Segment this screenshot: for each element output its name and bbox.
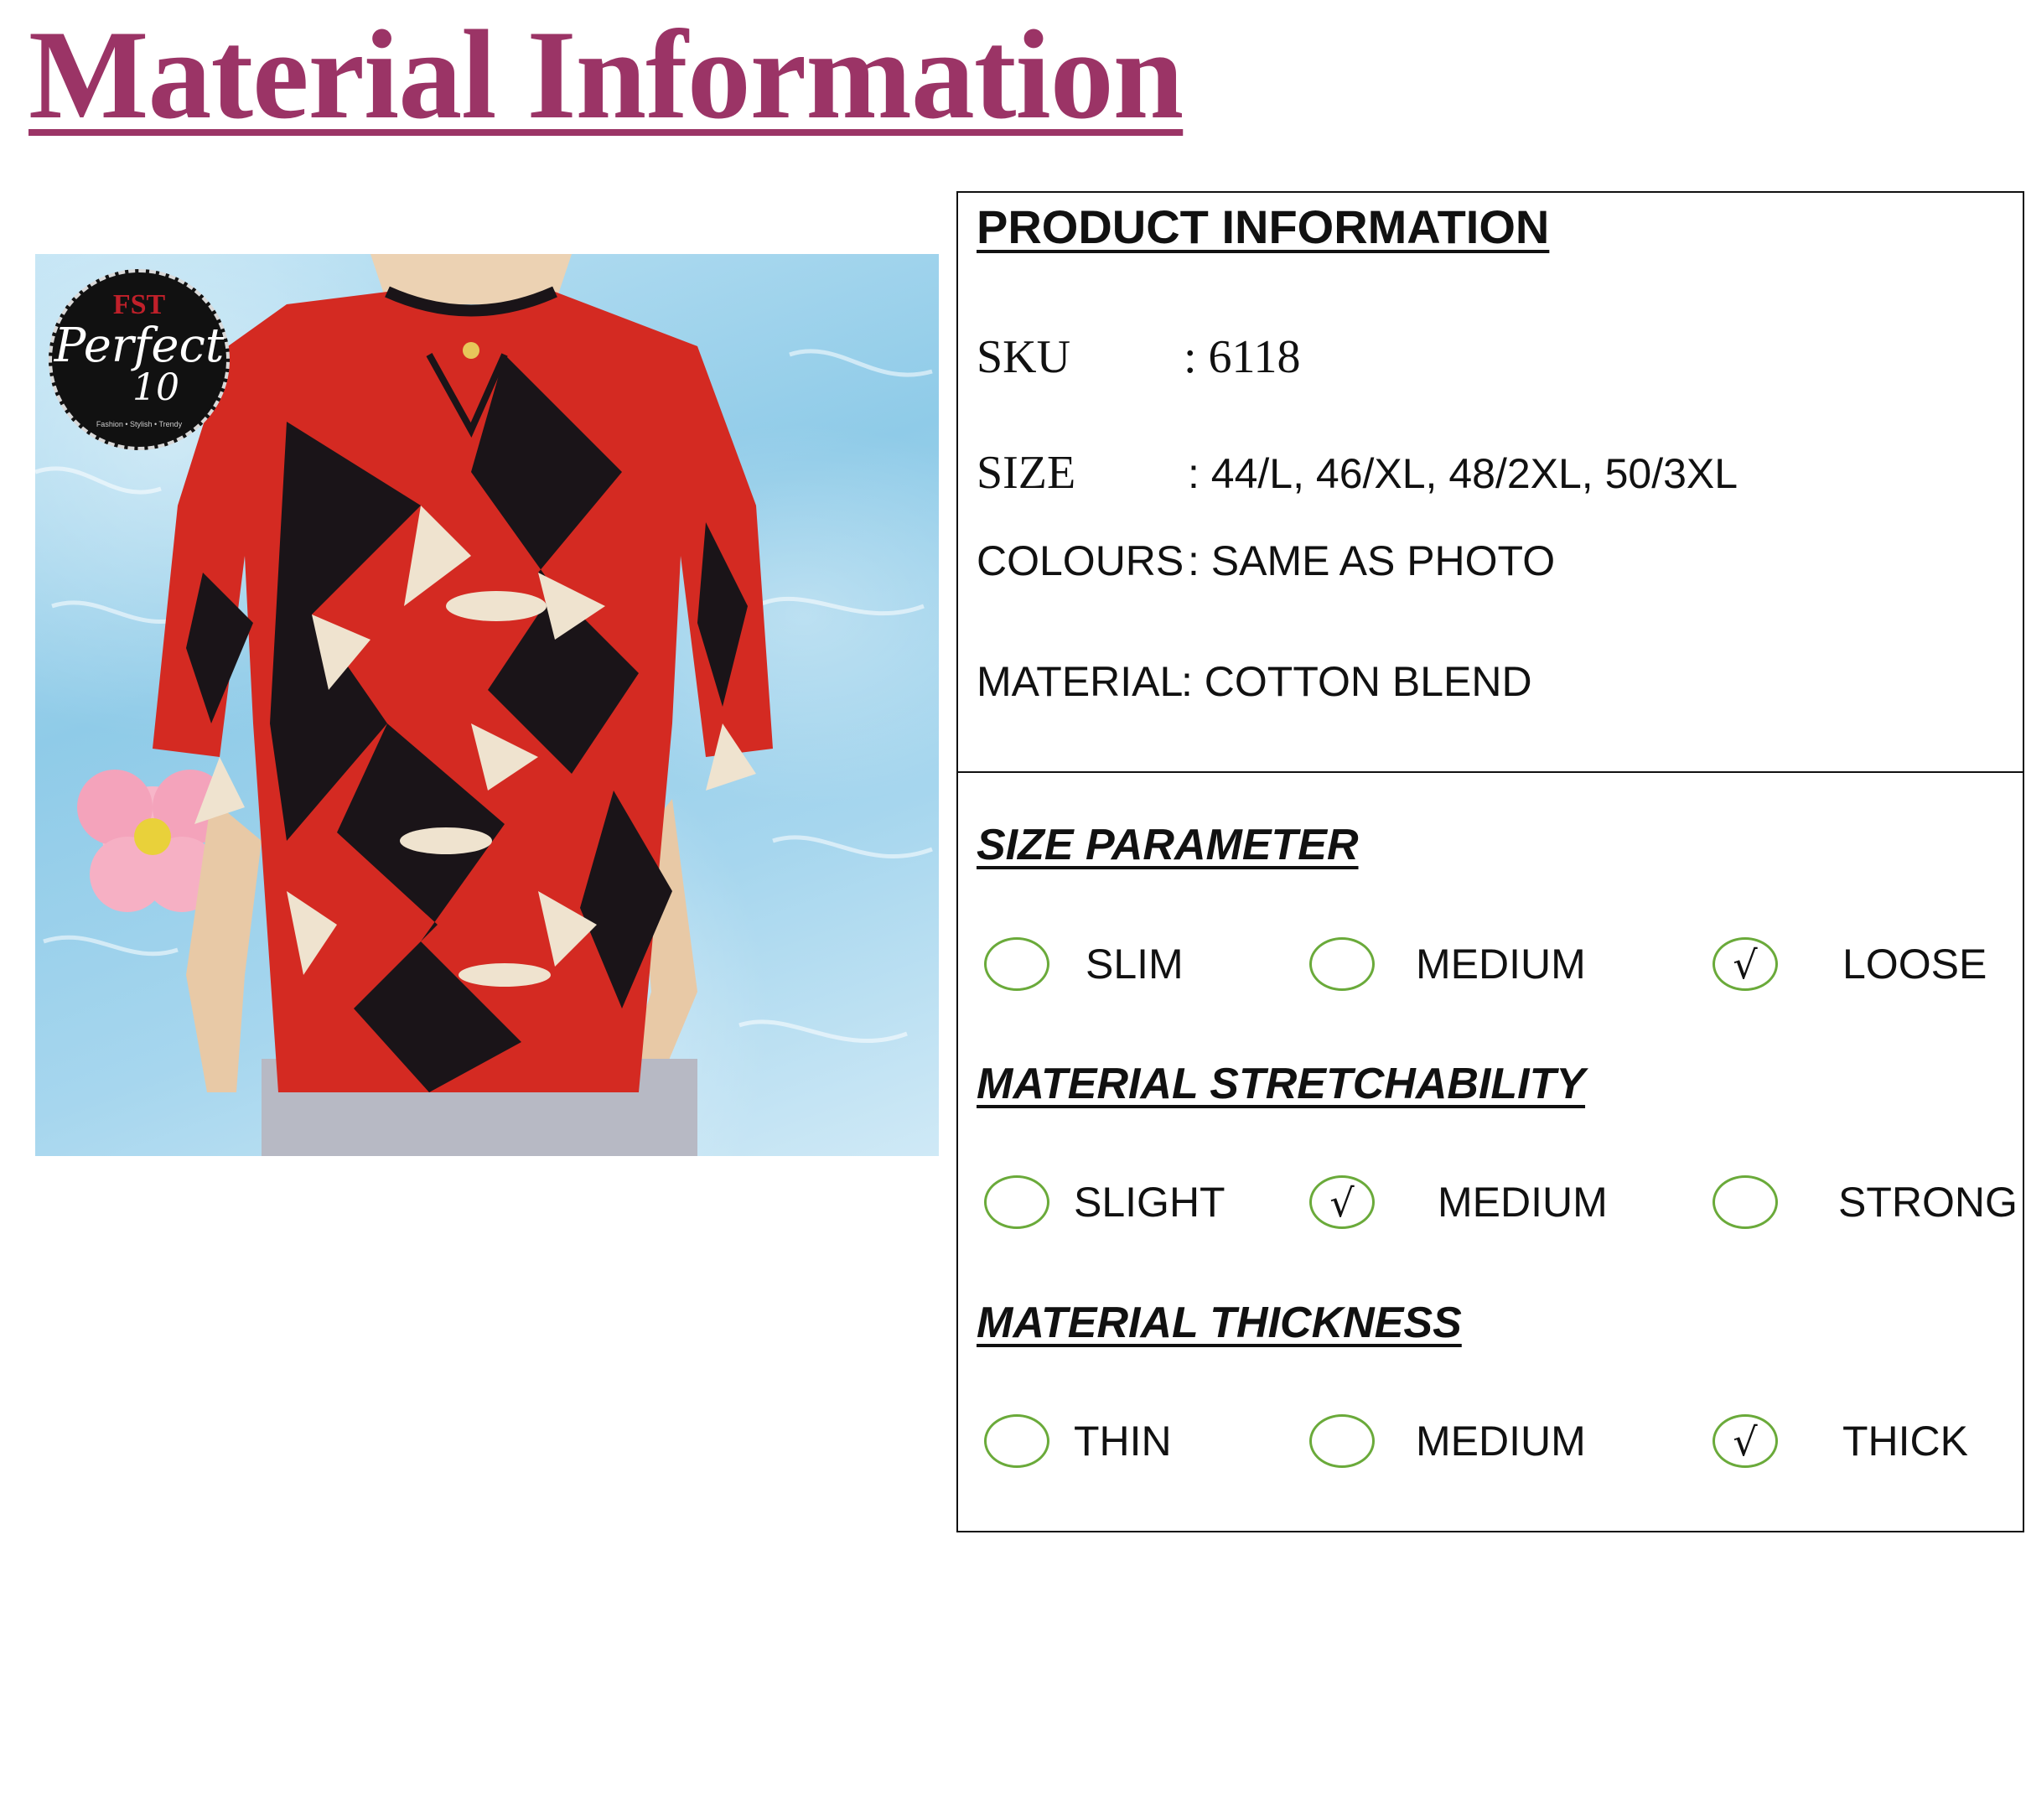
size-option-loose-label: LOOSE [1842,941,1987,988]
thickness-heading: MATERIAL THICKNESS [977,1299,1462,1347]
colours-label: COLOURS [977,537,1184,584]
product-info-heading: PRODUCT INFORMATION [977,200,1550,253]
stretch-option-medium-circle[interactable]: √ [1309,1175,1375,1229]
material-value: : COTTON BLEND [1181,658,1532,705]
sku-value: : 6118 [1184,331,1301,383]
product-photo: FST Perfect 10 Fashion • Stylish • Trend… [35,254,939,1156]
stretch-option-strong-circle[interactable] [1713,1175,1778,1229]
size-parameter-heading: SIZE PARAMETER [977,821,1359,869]
material-label: MATERIAL [977,658,1184,705]
brand-logo-number: 10 [132,366,179,409]
colours-value: : SAME AS PHOTO [1188,537,1556,584]
sku-label: SKU [977,331,1071,383]
panel-divider [956,771,2024,773]
stretch-option-slight-label: SLIGHT [1074,1179,1225,1226]
brand-logo: FST Perfect 10 Fashion • Stylish • Trend… [49,269,230,450]
stretch-option-slight-circle[interactable] [984,1175,1049,1229]
size-option-medium-label: MEDIUM [1416,941,1586,988]
brand-logo-perfect: Perfect [54,319,225,373]
thickness-option-thin-circle[interactable] [984,1414,1049,1468]
thickness-option-thick-circle[interactable]: √ [1713,1414,1778,1468]
brand-logo-tagline: Fashion • Stylish • Trendy [96,420,183,428]
thickness-option-thin-label: THIN [1074,1418,1172,1465]
size-option-slim-label: SLIM [1086,941,1184,988]
stretch-option-medium-label: MEDIUM [1438,1179,1608,1226]
size-value: : 44/L, 46/XL, 48/2XL, 50/3XL [1188,450,1738,497]
size-option-medium-circle[interactable] [1309,937,1375,991]
thickness-option-thick-label: THICK [1842,1418,1968,1465]
page-title: Material Information [28,4,1184,145]
stretch-option-strong-label: STRONG [1838,1179,2018,1226]
stretchability-heading: MATERIAL STRETCHABILITY [977,1060,1586,1108]
thickness-option-medium-label: MEDIUM [1416,1418,1586,1465]
brand-logo-fst: FST [112,289,166,320]
size-label: SIZE [977,447,1076,499]
size-option-slim-circle[interactable] [984,937,1049,991]
size-option-loose-circle[interactable]: √ [1713,937,1778,991]
thickness-option-medium-circle[interactable] [1309,1414,1375,1468]
